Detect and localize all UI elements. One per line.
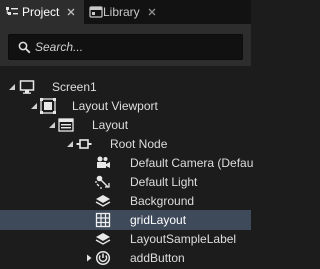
search-input[interactable]	[35, 38, 235, 56]
node-icon	[76, 139, 92, 149]
tree-item-label: gridLayout	[130, 213, 187, 227]
tree-item-gridlayout[interactable]: gridLayout	[0, 210, 251, 230]
light-icon	[95, 175, 110, 189]
tree-item-layout-viewport[interactable]: Layout Viewport	[0, 96, 251, 116]
tree-item-label: Default Camera (Defau	[130, 156, 254, 170]
tree-item-label: Root Node	[110, 137, 168, 151]
viewport-icon	[40, 98, 56, 114]
tree-item-label: Screen1	[52, 80, 97, 94]
close-icon[interactable]	[64, 5, 78, 19]
button-icon	[95, 250, 111, 266]
tree-item-default-light[interactable]: Default Light	[0, 172, 251, 192]
search-box[interactable]	[8, 34, 243, 60]
tab-bar: Project Library	[0, 0, 251, 24]
tab-project-label: Project	[22, 5, 60, 19]
expanded-arrow-icon[interactable]	[30, 102, 38, 110]
library-icon	[89, 6, 103, 18]
tree-item-addbutton[interactable]: addButton	[0, 248, 251, 268]
project-icon	[6, 7, 18, 15]
tab-project[interactable]: Project	[0, 0, 84, 24]
grid-icon	[95, 212, 111, 228]
tree-item-label: Layout Viewport	[72, 99, 158, 113]
tree-item-default-camera[interactable]: Default Camera (Defau	[0, 153, 254, 173]
search-area	[0, 24, 251, 66]
expanded-arrow-icon[interactable]	[8, 83, 16, 91]
layout-icon	[58, 118, 74, 132]
tab-library-label: Library	[103, 5, 140, 19]
tab-library[interactable]: Library	[85, 0, 163, 24]
search-icon	[18, 41, 31, 54]
collapsed-arrow-icon[interactable]	[85, 254, 93, 262]
tree-item-background[interactable]: Background	[0, 191, 251, 211]
expanded-arrow-icon[interactable]	[48, 121, 56, 129]
tree-item-label: Default Light	[130, 175, 198, 189]
tree-item-layoutsamplelabel[interactable]: LayoutSampleLabel	[0, 229, 251, 249]
project-tree: Screen1 Layout Viewport Layout Root Node…	[0, 66, 254, 269]
expanded-arrow-icon[interactable]	[66, 140, 74, 148]
tree-item-label: addButton	[130, 251, 185, 265]
tree-item-label: Background	[130, 194, 195, 208]
tree-item-label: Layout	[92, 118, 129, 132]
tree-item-root-node[interactable]: Root Node	[0, 134, 251, 154]
layer-icon	[95, 233, 111, 245]
layer-icon	[95, 195, 111, 207]
camera-icon	[97, 156, 110, 168]
close-icon[interactable]	[145, 5, 159, 19]
tree-item-label: LayoutSampleLabel	[130, 232, 237, 246]
tree-item-layout[interactable]: Layout	[0, 115, 251, 135]
tree-item-screen1[interactable]: Screen1	[0, 77, 251, 97]
monitor-icon	[19, 80, 35, 94]
